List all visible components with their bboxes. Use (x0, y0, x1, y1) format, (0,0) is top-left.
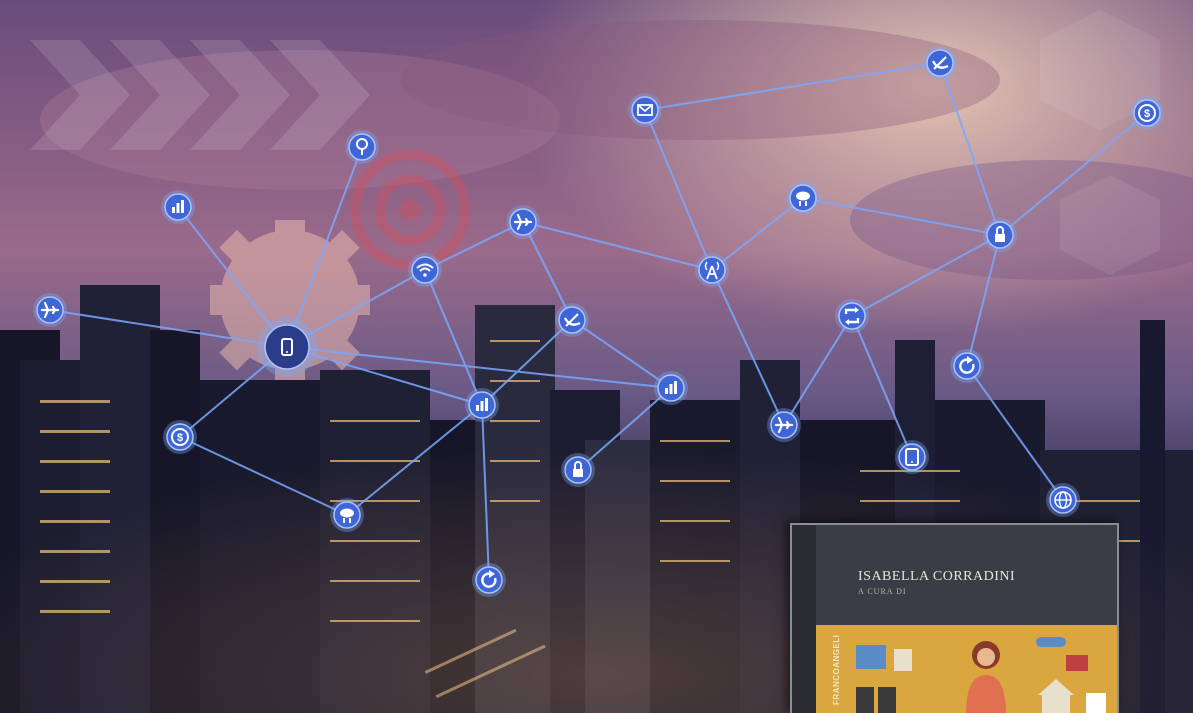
lock-icon (983, 218, 1017, 252)
node-circle (898, 443, 926, 471)
antenna-icon (695, 253, 729, 287)
book-publisher: FRANCOANGELI (832, 634, 841, 705)
cloud-transfer-icon (786, 181, 820, 215)
cloud-transfer-icon (330, 498, 364, 532)
airplane-icon (767, 408, 801, 442)
tablet-icon (895, 440, 929, 474)
sync-icon (835, 299, 869, 333)
node-circle (264, 324, 310, 370)
satellite-dish-icon (555, 303, 589, 337)
satellite-dish-icon (923, 46, 957, 80)
node-circle (348, 133, 376, 161)
smartphone-icon (257, 317, 317, 377)
refresh-icon (950, 349, 984, 383)
svg-text:$: $ (177, 432, 183, 444)
wifi-icon (408, 253, 442, 287)
dollar-icon: $ (1130, 96, 1164, 130)
airplane-icon (506, 205, 540, 239)
refresh-icon (472, 563, 506, 597)
bar-chart-icon (161, 190, 195, 224)
book-cover: ISABELLA CORRADINI A CURA DI FRANCOANGEL… (790, 523, 1119, 713)
book-author: ISABELLA CORRADINI (858, 569, 1016, 584)
book-illustration (816, 625, 1117, 713)
bar-chart-icon (654, 371, 688, 405)
mail-icon (628, 93, 662, 127)
dollar-icon: $ (163, 420, 197, 454)
node-circle (838, 302, 866, 330)
lock-icon (561, 453, 595, 487)
map-pin-icon (345, 130, 379, 164)
scene: $ $ ISABELLA CORRADINI A CURA DI FRANCOAN… (0, 0, 1193, 713)
node-circle (411, 256, 439, 284)
bar-chart-icon (465, 388, 499, 422)
illustration-graphic (856, 637, 1106, 713)
svg-text:$: $ (1144, 108, 1150, 120)
airplane-icon (33, 293, 67, 327)
book-subtitle: A CURA DI (858, 587, 907, 596)
book-spine (792, 525, 816, 713)
node-circle (698, 256, 726, 284)
globe-icon (1046, 483, 1080, 517)
